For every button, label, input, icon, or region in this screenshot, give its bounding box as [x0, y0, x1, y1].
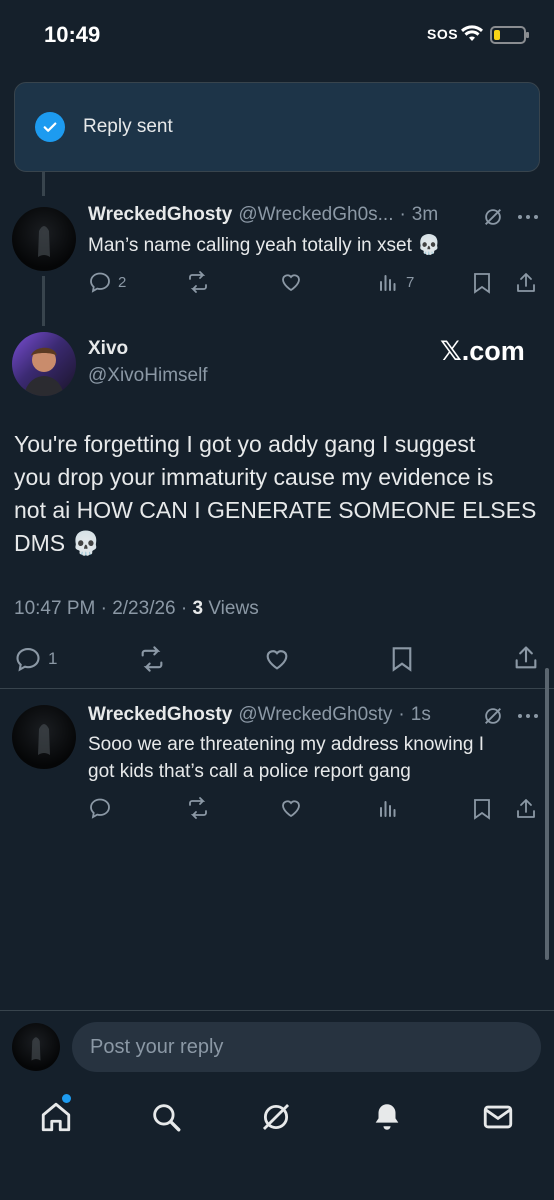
- main-post-text: You're forgetting I got yo addy gang I s…: [14, 428, 536, 560]
- bookmark-icon[interactable]: [389, 644, 415, 674]
- repost-button[interactable]: [186, 270, 210, 294]
- reply-sent-toast: Reply sent: [14, 82, 540, 172]
- separator-dot: ·: [398, 704, 405, 725]
- views-icon: [380, 275, 396, 291]
- separator-dot: ·: [399, 204, 406, 225]
- wifi-icon: [461, 25, 483, 41]
- reply-icon: [16, 648, 40, 672]
- repost-icon: [189, 271, 207, 293]
- share-icon[interactable]: [512, 644, 540, 672]
- avatar[interactable]: [12, 207, 76, 271]
- more-icon[interactable]: [516, 712, 540, 720]
- views-icon[interactable]: [376, 796, 400, 820]
- composer-avatar: [12, 1023, 60, 1071]
- post-text: Sooo we are threatening my address knowi…: [88, 731, 484, 785]
- like-button[interactable]: [279, 270, 303, 294]
- views-count[interactable]: 3: [193, 598, 204, 619]
- heart-icon: [282, 274, 300, 292]
- post-text-line: Sooo we are threatening my address knowi…: [88, 734, 485, 755]
- heart-icon[interactable]: [262, 645, 292, 673]
- thread-line: [42, 276, 45, 326]
- share-icon[interactable]: [514, 271, 538, 295]
- post-text-line: you drop your immaturity cause my eviden…: [14, 464, 494, 490]
- grok-icon[interactable]: [482, 206, 504, 228]
- author-name[interactable]: WreckedGhosty: [88, 704, 232, 726]
- views-label: Views: [203, 598, 259, 619]
- sos-indicator: SOS: [427, 26, 459, 42]
- home-icon[interactable]: [39, 1100, 73, 1134]
- toast-message: Reply sent: [83, 116, 173, 137]
- reply-input-placeholder: Post your reply: [90, 1035, 224, 1058]
- author-handle[interactable]: @WreckedGh0s...: [238, 204, 393, 226]
- post-text-line: not ai HOW CAN I GENERATE SOMEONE ELSES: [14, 497, 537, 523]
- scrollbar[interactable]: [545, 668, 549, 960]
- source-badge: 𝕏.com: [440, 336, 525, 366]
- author-handle[interactable]: @XivoHimself: [88, 365, 208, 387]
- post-text-line: got kids that’s call a police report gan…: [88, 761, 411, 782]
- post-text-line: DMS 💀: [14, 530, 101, 556]
- author-handle[interactable]: @WreckedGh0sty: [238, 704, 392, 726]
- reply-button[interactable]: 1: [14, 645, 57, 673]
- battery-icon: [490, 26, 529, 44]
- post-time: 1s: [410, 704, 431, 725]
- post-text-line: You're forgetting I got yo addy gang I s…: [14, 431, 476, 457]
- post-time: 3m: [411, 204, 439, 225]
- more-icon[interactable]: [516, 213, 540, 221]
- reply-icon[interactable]: [88, 796, 112, 820]
- parent-reply-header: WreckedGhosty @WreckedGh0s... · 3m: [88, 204, 543, 226]
- views-button[interactable]: 7: [376, 270, 414, 294]
- repost-icon[interactable]: [137, 645, 167, 673]
- new-reply-header: WreckedGhosty @WreckedGh0sty · 1s: [88, 704, 543, 726]
- check-icon: [35, 112, 65, 142]
- search-icon[interactable]: [149, 1100, 183, 1134]
- xivo-avatar[interactable]: [12, 332, 76, 396]
- reply-input[interactable]: Post your reply: [72, 1022, 541, 1072]
- grok-icon[interactable]: [482, 705, 504, 727]
- bookmark-icon[interactable]: [471, 271, 493, 295]
- battery-level-fill: [494, 30, 500, 40]
- heart-icon[interactable]: [279, 796, 303, 820]
- reply-button[interactable]: 2: [88, 270, 126, 294]
- share-icon[interactable]: [514, 797, 538, 821]
- reply-count: 2: [118, 273, 127, 291]
- status-time: 10:49: [44, 22, 101, 47]
- reply-count: 1: [48, 649, 58, 668]
- author-name[interactable]: WreckedGhosty: [88, 204, 232, 226]
- views-count: 7: [406, 273, 415, 291]
- bookmark-icon[interactable]: [471, 797, 493, 821]
- avatar[interactable]: [12, 705, 76, 769]
- notification-dot: [62, 1094, 71, 1103]
- divider: [0, 688, 554, 689]
- repost-icon[interactable]: [186, 796, 210, 820]
- post-meta: 10:47 PM · 2/23/26 · 3 Views: [14, 598, 259, 620]
- mail-icon[interactable]: [481, 1100, 515, 1134]
- post-timestamp: 10:47 PM · 2/23/26 ·: [14, 598, 193, 619]
- author-name[interactable]: Xivo: [88, 338, 128, 360]
- thread-line: [42, 172, 45, 196]
- grok-icon[interactable]: [259, 1100, 293, 1134]
- divider: [0, 1010, 554, 1011]
- post-text: Man’s name calling yeah totally in xset …: [88, 235, 441, 256]
- reply-icon: [90, 272, 110, 293]
- bell-icon[interactable]: [370, 1100, 404, 1134]
